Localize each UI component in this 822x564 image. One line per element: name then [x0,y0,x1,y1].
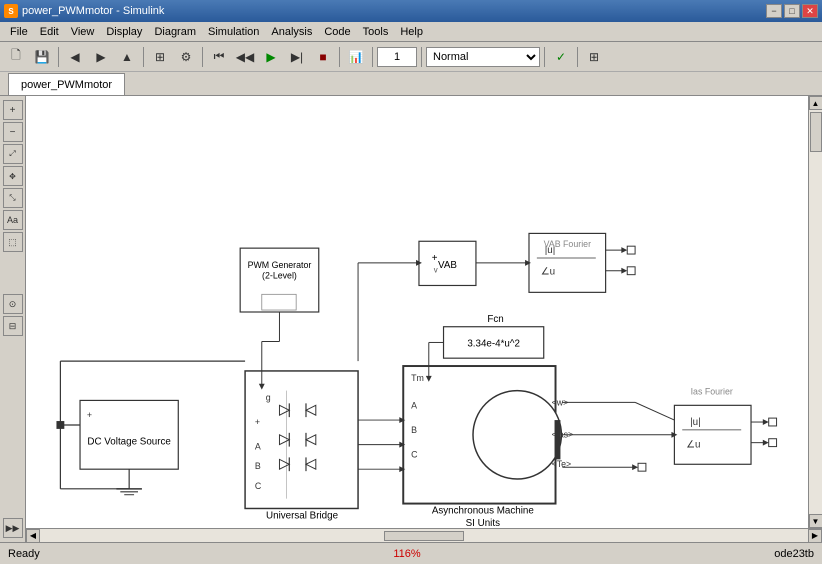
close-button[interactable]: ✕ [802,4,818,18]
svg-text:B: B [255,461,261,471]
save-button[interactable]: 💾 [30,45,54,69]
scrollbar-horizontal[interactable]: ◀ ▶ [26,528,822,542]
step-back-button[interactable]: ⏮ [207,45,231,69]
block-button[interactable]: ⬚ [3,232,23,252]
svg-text:A: A [255,442,261,452]
scroll-right-button[interactable]: ▶ [808,529,822,543]
svg-text:+: + [255,417,260,427]
back-button[interactable]: ◀ [63,45,87,69]
zoom-out-button[interactable]: − [3,122,23,142]
svg-text:P: P [289,296,295,306]
svg-text:+: + [432,253,438,264]
menu-view[interactable]: View [65,24,101,40]
svg-text:<w>: <w> [552,397,569,407]
scroll-up-button[interactable]: ▲ [809,96,822,110]
menu-display[interactable]: Display [100,24,148,40]
menu-edit[interactable]: Edit [34,24,65,40]
svg-text:DC Voltage Source: DC Voltage Source [87,437,171,448]
menu-code[interactable]: Code [318,24,356,40]
svg-text:C: C [411,449,418,459]
svg-text:Fcn: Fcn [487,314,503,325]
status-zoom: 116% [393,548,420,560]
sidebar: + − ⤢ ✥ ⤡ Aa ⬚ ⊙ ⊟ ▶▶ [0,96,26,542]
zoom-in-button[interactable]: + [3,100,23,120]
grid-button[interactable]: ⊞ [582,45,606,69]
library-button[interactable]: ⊞ [148,45,172,69]
svg-text:SI Units: SI Units [466,518,500,528]
menu-tools[interactable]: Tools [357,24,395,40]
menu-analysis[interactable]: Analysis [265,24,318,40]
scroll-thumb-v[interactable] [810,112,822,152]
scrollbar-vertical[interactable]: ▲ ▼ [808,96,822,528]
forward-button[interactable]: ▶ [89,45,113,69]
more-button1[interactable]: ⊙ [3,294,23,314]
settings-button[interactable]: ⚙ [174,45,198,69]
status-ready: Ready [8,548,40,560]
scroll-down-button[interactable]: ▼ [809,514,822,528]
canvas[interactable]: DC Voltage Source + PWM Generator (2-Lev… [26,96,808,528]
scroll-left-button[interactable]: ◀ [26,529,40,543]
menu-bar: File Edit View Display Diagram Simulatio… [0,22,822,42]
step-forward-button[interactable]: ▶| [285,45,309,69]
menu-diagram[interactable]: Diagram [148,24,202,40]
toolbar: 🗋 💾 ◀ ▶ ▲ ⊞ ⚙ ⏮ ◀◀ ▶ ▶| ■ 📊 Normal Accel… [0,42,822,72]
svg-text:v: v [434,266,438,275]
svg-text:∠u: ∠u [541,267,555,278]
more-button2[interactable]: ⊟ [3,316,23,336]
svg-text:Tm: Tm [411,373,424,383]
scroll-track-h[interactable] [40,529,808,542]
pan-button[interactable]: ✥ [3,166,23,186]
menu-help[interactable]: Help [394,24,429,40]
svg-text:<Te>: <Te> [552,459,572,469]
expand-button[interactable]: ▶▶ [3,518,23,538]
fit-button[interactable]: ⤢ [3,144,23,164]
menu-simulation[interactable]: Simulation [202,24,265,40]
svg-text:VAB: VAB [438,260,457,271]
nav-button[interactable]: ⤡ [3,188,23,208]
maximize-button[interactable]: □ [784,4,800,18]
run-button[interactable]: ▶ [259,45,283,69]
svg-text:C: C [255,481,262,491]
svg-text:|u|: |u| [545,245,556,256]
svg-text:|u|: |u| [690,417,701,428]
run-back-button[interactable]: ◀◀ [233,45,257,69]
svg-text:VAB Fourier: VAB Fourier [544,239,591,249]
svg-text:<ias>: <ias> [552,430,574,440]
up-button[interactable]: ▲ [115,45,139,69]
svg-text:(2-Level): (2-Level) [262,271,297,281]
status-solver: ode23tb [774,548,814,560]
menu-file[interactable]: File [4,24,34,40]
stop-button[interactable]: ■ [311,45,335,69]
status-bar: Ready 116% ode23tb [0,542,822,564]
svg-text:∠u: ∠u [686,440,700,451]
scroll-track-v[interactable] [809,110,822,514]
canvas-wrapper: DC Voltage Source + PWM Generator (2-Lev… [26,96,822,542]
scroll-thumb-h[interactable] [384,531,464,541]
title-bar: S power_PWMmotor - Simulink − □ ✕ [0,0,822,22]
new-button[interactable]: 🗋 [4,45,28,69]
svg-text:B: B [411,425,417,435]
main-area: + − ⤢ ✥ ⤡ Aa ⬚ ⊙ ⊟ ▶▶ DC Voltage Source … [0,96,822,542]
svg-text:Universal Bridge: Universal Bridge [266,510,339,521]
text-button[interactable]: Aa [3,210,23,230]
svg-text:Ias Fourier: Ias Fourier [691,387,733,397]
check-button[interactable]: ✓ [549,45,573,69]
window-title: power_PWMmotor - Simulink [22,5,164,17]
tab-label: power_PWMmotor [21,79,112,91]
mode-select[interactable]: Normal Accelerator Rapid Accelerator [426,47,540,67]
tab-bar: power_PWMmotor [0,72,822,96]
svg-text:g: g [266,392,271,402]
svg-text:Asynchronous Machine: Asynchronous Machine [432,505,535,516]
canvas-svg: DC Voltage Source + PWM Generator (2-Lev… [26,96,808,528]
scope-button[interactable]: 📊 [344,45,368,69]
svg-text:+: + [87,410,92,420]
svg-text:3.34e-4*u^2: 3.34e-4*u^2 [467,338,520,349]
svg-text:A: A [411,400,417,410]
main-tab[interactable]: power_PWMmotor [8,73,125,95]
time-input[interactable] [377,47,417,67]
svg-text:PWM Generator: PWM Generator [248,260,312,270]
app-icon: S [4,4,18,18]
minimize-button[interactable]: − [766,4,782,18]
